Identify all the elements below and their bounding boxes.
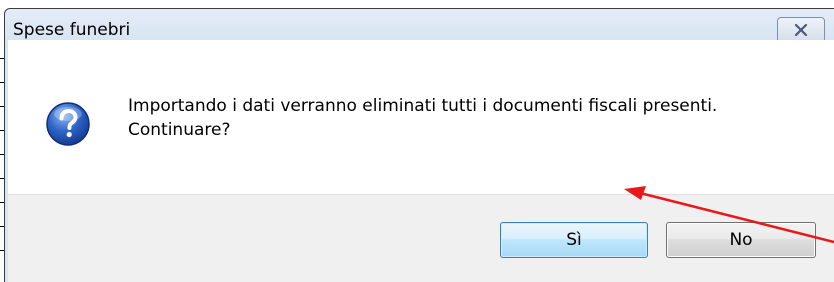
question-icon bbox=[44, 100, 92, 152]
dialog-message: Importando i dati verranno eliminati tut… bbox=[128, 94, 818, 142]
dialog-title: Spese funebri bbox=[13, 20, 131, 40]
no-button[interactable]: No bbox=[666, 222, 816, 258]
close-icon bbox=[793, 21, 809, 40]
screenshot-stage: Spese funebri Importando i dati verranno… bbox=[0, 0, 834, 282]
message-line: Importando i dati verranno eliminati tut… bbox=[128, 96, 718, 116]
message-line: Continuare? bbox=[128, 120, 231, 140]
yes-button[interactable]: Sì bbox=[500, 222, 648, 258]
